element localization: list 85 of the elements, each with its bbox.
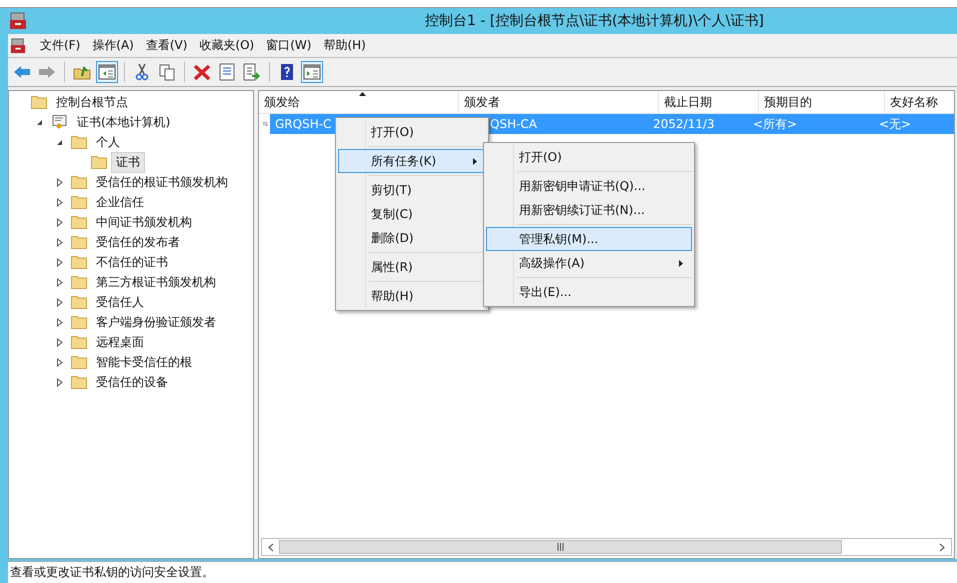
scroll-left-icon[interactable] [267,542,275,552]
expand-arrow-icon[interactable] [56,338,64,346]
tree-item[interactable]: 中间证书颁发机构 [91,212,197,232]
horizontal-scrollbar[interactable] [261,538,952,556]
folder-icon [71,275,87,289]
folder-icon [71,175,87,189]
folder-icon [71,315,87,329]
column-header[interactable]: 颁发者 [459,91,659,113]
scroll-thumb[interactable] [279,540,842,554]
menu-item[interactable]: 帮助(H) [338,284,486,308]
column-header[interactable]: 预期目的 [759,91,885,113]
tree-item[interactable]: 不信任的证书 [91,252,173,272]
expand-arrow-icon[interactable] [56,378,64,386]
submenu-arrow-icon [679,260,683,266]
menu-item[interactable]: 剪切(T) [338,178,486,202]
tree-item[interactable]: 证书 [111,152,145,172]
folder-icon [71,255,87,269]
menu-item[interactable]: 复制(C) [338,202,486,226]
menu-item[interactable]: 操作(A) [86,37,140,54]
tree-item[interactable]: 个人 [91,132,125,152]
export-tool-button[interactable] [241,61,263,83]
grip-icon [557,543,564,551]
folder-icon [71,355,87,369]
expand-arrow-icon[interactable] [56,238,64,246]
toolbox-icon [9,12,27,30]
folder-icon [71,215,87,229]
tree-item[interactable]: 智能卡受信任的根 [91,352,197,372]
tree-item[interactable]: 受信任的根证书颁发机构 [91,172,233,192]
menu-item[interactable]: 窗口(W) [260,37,318,54]
folder-icon [71,135,87,149]
column-header[interactable]: 颁发给 [259,91,459,113]
scroll-right-icon[interactable] [938,542,946,552]
column-header[interactable]: 友好名称 [885,91,954,113]
folder-icon [71,375,87,389]
menu-item[interactable]: 查看(V) [140,37,194,54]
menu-item[interactable]: 打开(O) [486,145,692,169]
collapse-arrow-icon[interactable] [56,138,64,146]
menu-item[interactable]: 属性(R) [338,255,486,279]
folder-icon [71,335,87,349]
menu-item[interactable]: 收藏夹(O) [193,37,260,54]
folder-icon [91,155,107,169]
menu-item[interactable]: 文件(F) [34,37,86,54]
folder-icon [31,95,47,109]
folder-icon [71,235,87,249]
table-cell-text: <所有> [752,116,798,132]
certificate-icon [51,114,68,130]
menu-item[interactable]: 删除(D) [338,226,486,250]
menu-item[interactable]: 用新密钥续订证书(N)... [486,198,692,222]
menu-item[interactable]: 帮助(H) [317,37,372,54]
tree-item[interactable]: 受信任的设备 [91,372,173,392]
table-cell-text: GRQSH-C [274,117,332,131]
expand-arrow-icon[interactable] [56,318,64,326]
tree-item[interactable]: 受信任人 [91,292,149,312]
tree-item[interactable]: 证书(本地计算机) [72,112,176,132]
status-text: 查看或更改证书私钥的访问安全设置。 [10,564,214,581]
tree-item[interactable]: 控制台根节点 [51,92,133,112]
tree-item[interactable]: 客户端身份验证颁发者 [91,312,221,332]
folder-icon [71,295,87,309]
table-cell-text: QSH-CA [489,117,538,131]
tree-item[interactable]: 远程桌面 [91,332,149,352]
expand-arrow-icon[interactable] [56,258,64,266]
tree-item[interactable]: 受信任的发布者 [91,232,185,252]
expand-arrow-icon[interactable] [56,298,64,306]
expand-arrow-icon[interactable] [56,218,64,226]
tree-tool-button[interactable] [96,61,118,83]
folder-icon [71,195,87,209]
table-cell-text: <无> [878,116,912,132]
column-header[interactable]: 截止日期 [659,91,759,113]
menu-item[interactable]: 用新密钥申请证书(Q)... [486,174,692,198]
menu-item[interactable]: 高级操作(A) [486,251,692,275]
menu-item[interactable]: 所有任务(K) [338,149,486,173]
tree-item[interactable]: 第三方根证书颁发机构 [91,272,221,292]
table-cell-text: 2052/11/3 [652,117,716,131]
menu-item[interactable]: 管理私钥(M)... [486,227,692,251]
expand-arrow-icon[interactable] [56,358,64,366]
sort-arrow-icon [358,92,366,96]
tree-item[interactable]: 企业信任 [91,192,149,212]
window-title: 控制台1 - [控制台根节点\证书(本地计算机)\个人\证书] [425,12,764,30]
menu-item[interactable]: 导出(E)... [486,280,692,304]
actionpane-tool-button[interactable] [301,61,323,83]
submenu-arrow-icon [473,158,477,164]
expand-arrow-icon[interactable] [56,278,64,286]
expand-arrow-icon[interactable] [56,178,64,186]
expand-arrow-icon[interactable] [56,198,64,206]
collapse-arrow-icon[interactable] [36,118,44,126]
